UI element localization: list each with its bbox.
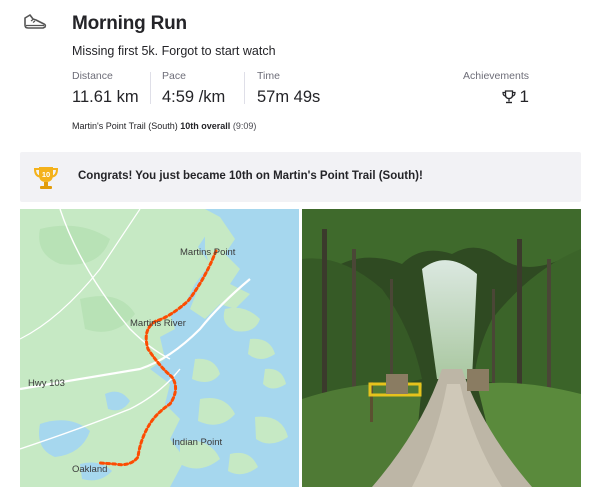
stat-pace-value: 4:59 /km: [162, 88, 226, 106]
map-label-martins-river: Martins River: [130, 318, 186, 329]
segment-name[interactable]: Martin's Point Trail (South): [72, 121, 178, 131]
stat-pace-label: Pace: [162, 70, 186, 82]
achievements[interactable]: Achievements 1: [439, 70, 529, 107]
stat-pace: Pace 4:59 /km: [162, 70, 225, 110]
stat-time-value: 57m 49s: [257, 88, 321, 106]
stat-time-label: Time: [257, 70, 280, 82]
map-label-hwy: Hwy 103: [28, 378, 65, 389]
stat-distance-label: Distance: [72, 70, 113, 82]
activity-title: Morning Run: [72, 13, 187, 34]
stat-distance: Distance 11.61 km: [72, 70, 139, 110]
running-shoe-icon: [24, 14, 47, 29]
stat-distance-value: 11.61 km: [72, 88, 139, 106]
map-label-indian-point: Indian Point: [172, 437, 223, 448]
stat-time: Time 57m 49s: [257, 70, 320, 110]
stat-divider: [244, 72, 245, 104]
achievement-banner: 10 Congrats! You just became 10th on Mar…: [20, 152, 581, 202]
achievements-count: 1: [519, 87, 529, 106]
gold-trophy-icon: 10: [33, 167, 59, 189]
badge-number: 10: [42, 170, 50, 179]
achievements-label: Achievements: [463, 70, 529, 82]
segment-time: (9:09): [232, 121, 257, 131]
map-label-martins-point: Martins Point: [180, 247, 236, 258]
segment-summary[interactable]: Martin's Point Trail (South) 10th overal…: [72, 121, 256, 131]
route-map[interactable]: Martins Point Martins River Hwy 103 Indi…: [20, 209, 299, 487]
banner-text: Congrats! You just became 10th on Martin…: [78, 170, 423, 182]
activity-description: Missing first 5k. Forgot to start watch: [72, 44, 276, 58]
trophy-icon: [501, 90, 516, 104]
stat-divider: [150, 72, 151, 104]
segment-rank: 10th overall: [180, 121, 231, 131]
map-label-oakland: Oakland: [72, 464, 107, 475]
activity-photo[interactable]: [302, 209, 581, 487]
